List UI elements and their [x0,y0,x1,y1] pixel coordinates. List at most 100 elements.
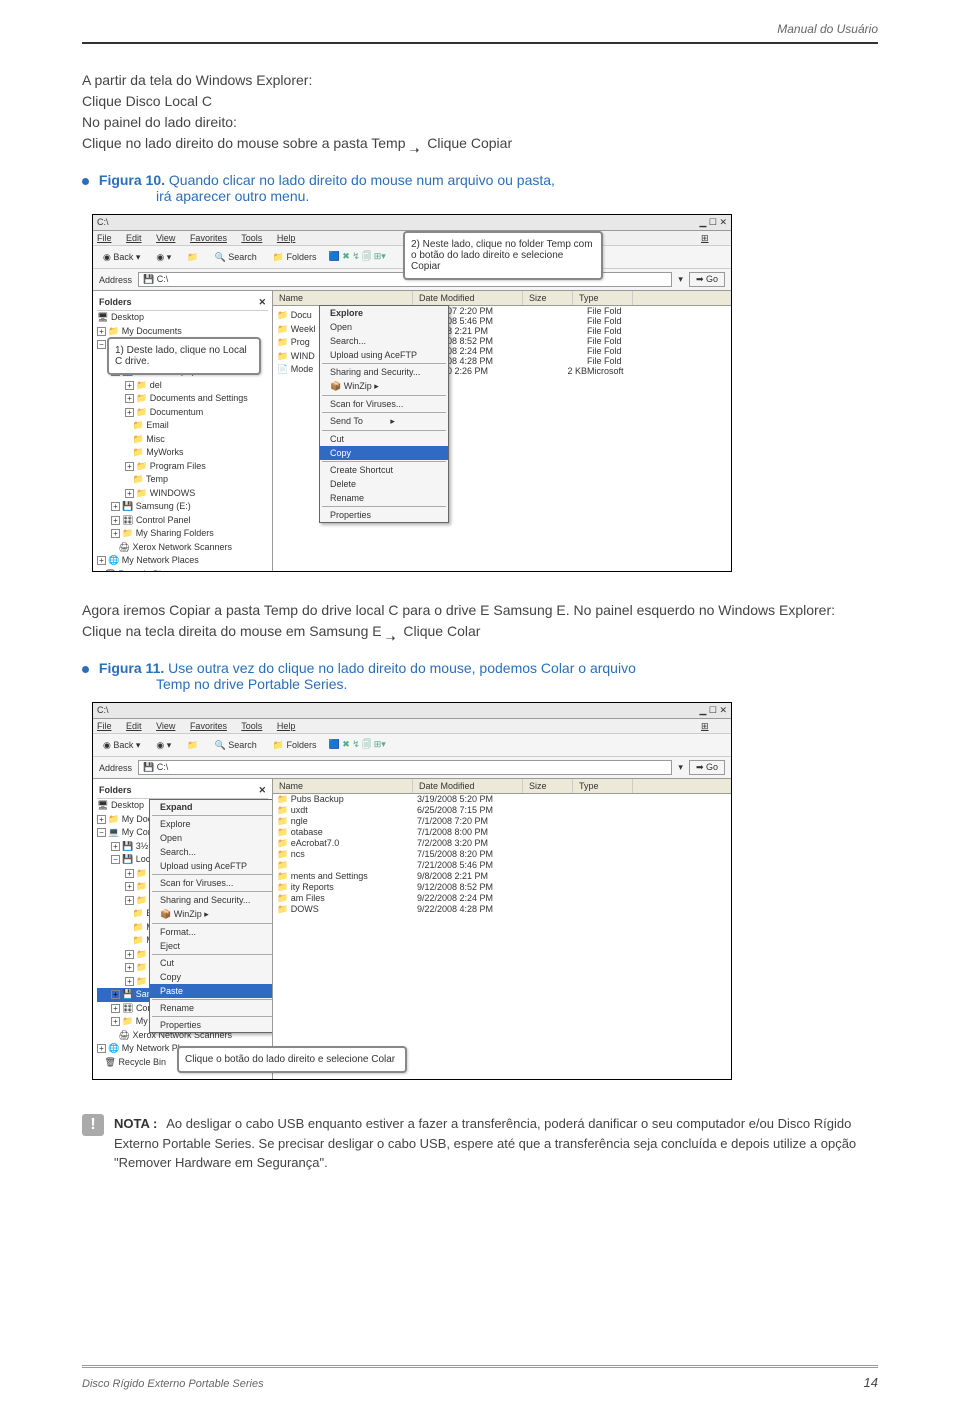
menu-help[interactable]: Help [277,721,296,731]
figura10-text: Quando clicar no lado direito do mouse n… [169,172,555,188]
list-item[interactable]: 📁 7/21/2008 5:46 PM [273,860,731,871]
close-pane-icon[interactable]: ✕ [258,297,266,308]
list-item[interactable]: 📁 ncs7/15/2008 8:20 PM [273,849,731,860]
figura10-text2: irá aparecer outro menu. [156,188,878,204]
ctx-copy[interactable]: Copy [320,446,448,460]
address-dropdown[interactable]: ▾ [678,762,683,773]
toolbar-icons[interactable]: 🟦 ✖ ↯ 🗐 ⊞▾ [328,737,385,753]
menu-file[interactable]: File [97,721,112,731]
search-button[interactable]: 🔍 Search [211,251,261,264]
menu-favorites[interactable]: Favorites [190,233,227,243]
ctx-open[interactable]: Open [150,831,273,845]
ctx-search[interactable]: Search... [150,845,273,859]
ctx-scan[interactable]: Scan for Viruses... [150,876,273,890]
menu-view[interactable]: View [156,721,175,731]
menu-edit[interactable]: Edit [126,233,142,243]
ctx-cut[interactable]: Cut [150,956,273,970]
callout-2: 2) Neste lado, clique no folder Temp com… [403,231,603,280]
ctx-search[interactable]: Search... [320,334,448,348]
ctx-properties[interactable]: Properties [320,508,448,522]
column-headers[interactable]: Name Date Modified Size Type [273,291,731,306]
ctx-copy[interactable]: Copy [150,970,273,984]
back-button[interactable]: ◉ Back ▾ [99,251,144,264]
toolbar: ◉ Back ▾ ◉ ▾ 📁 🔍 Search 📁 Folders 🟦 ✖ ↯ … [93,734,731,757]
ctx-cut[interactable]: Cut [320,432,448,446]
menu-favorites[interactable]: Favorites [190,721,227,731]
list-item[interactable]: 📁 ity Reports9/12/2008 8:52 PM [273,882,731,893]
go-button[interactable]: ➡ Go [689,272,725,287]
nota-text: Ao desligar o cabo USB enquanto estiver … [114,1116,856,1170]
mid-l1: Agora iremos Copiar a pasta Temp do driv… [82,600,878,621]
context-menu-1[interactable]: Explore Open Search... Upload using AceF… [319,305,449,523]
ctx-properties[interactable]: Properties [150,1018,273,1032]
address-dropdown[interactable]: ▾ [678,274,683,285]
figura10-label: Figura 10. [99,172,165,188]
list-item[interactable]: 📁 ments and Settings9/8/2008 2:21 PM [273,871,731,882]
window-controls[interactable]: ▁ ☐ ✕ [699,217,727,228]
ctx-explore[interactable]: Explore [320,306,448,320]
menubar[interactable]: File Edit View Favorites Tools Help ⊞ [93,719,731,734]
window-controls[interactable]: ▁ ☐ ✕ [699,705,727,716]
folders-button[interactable]: 📁 Folders [269,739,321,752]
list-item[interactable]: 📁 uxdt6/25/2008 7:15 PM [273,805,731,816]
ctx-open[interactable]: Open [320,320,448,334]
ctx-format[interactable]: Format... [150,925,273,939]
ctx-rename[interactable]: Rename [320,491,448,505]
up-button[interactable]: 📁 [183,251,202,264]
header-divider [82,42,878,44]
ctx-winzip[interactable]: 📦 WinZip ▸ [150,907,273,922]
mid-l2b: Clique Colar [403,623,480,639]
arrow-icon [409,139,423,149]
address-label: Address [99,763,132,773]
menu-tools[interactable]: Tools [241,233,262,243]
intro-l4b: Clique Copiar [427,135,512,151]
ctx-upload[interactable]: Upload using AceFTP [320,348,448,362]
callout-1: 1) Deste lado, clique no Local C drive. [107,337,261,375]
ctx-shortcut[interactable]: Create Shortcut [320,463,448,477]
bullet-icon [82,178,89,185]
up-button[interactable]: 📁 [183,739,202,752]
ctx-sharing[interactable]: Sharing and Security... [320,365,448,379]
screenshot-2: C:\ ▁ ☐ ✕ File Edit View Favorites Tools… [92,702,732,1080]
menu-file[interactable]: File [97,233,112,243]
folders-button[interactable]: 📁 Folders [269,251,321,264]
list-item[interactable]: 📁 eAcrobat7.07/2/2008 3:20 PM [273,838,731,849]
go-button[interactable]: ➡ Go [689,760,725,775]
menu-edit[interactable]: Edit [126,721,142,731]
ctx-winzip[interactable]: 📦 WinZip ▸ [320,379,448,394]
nota-label: NOTA : [114,1116,157,1131]
column-headers[interactable]: Name Date Modified Size Type [273,779,731,794]
forward-button[interactable]: ◉ ▾ [152,251,175,264]
screenshot-1: C:\ ▁ ☐ ✕ File Edit View Favorites Tools… [92,214,732,572]
list-item[interactable]: 📁 Pubs Backup3/19/2008 5:20 PM [273,794,731,805]
back-button[interactable]: ◉ Back ▾ [99,739,144,752]
ctx-expand[interactable]: Expand [150,800,273,814]
ctx-sendto[interactable]: Send To ▸ [320,414,448,429]
context-menu-2[interactable]: Expand Explore Open Search... Upload usi… [149,799,273,1033]
list-item[interactable]: 📁 DOWS9/22/2008 4:28 PM [273,904,731,915]
menu-help[interactable]: Help [277,233,296,243]
folders-header: Folders [99,297,132,308]
menu-view[interactable]: View [156,233,175,243]
ctx-paste[interactable]: Paste [150,984,273,998]
ctx-rename[interactable]: Rename [150,1001,273,1015]
ctx-upload[interactable]: Upload using AceFTP [150,859,273,873]
ctx-delete[interactable]: Delete [320,477,448,491]
toolbar-icons[interactable]: 🟦 ✖ ↯ 🗐 ⊞▾ [328,249,385,265]
close-pane-icon[interactable]: ✕ [258,785,266,796]
list-item[interactable]: 📁 ngle7/1/2008 7:20 PM [273,816,731,827]
list-item[interactable]: 📁 otabase7/1/2008 8:00 PM [273,827,731,838]
ctx-explore[interactable]: Explore [150,817,273,831]
ctx-eject[interactable]: Eject [150,939,273,953]
menu-tools[interactable]: Tools [241,721,262,731]
ctx-scan[interactable]: Scan for Viruses... [320,397,448,411]
ctx-sharing[interactable]: Sharing and Security... [150,893,273,907]
forward-button[interactable]: ◉ ▾ [152,739,175,752]
search-button[interactable]: 🔍 Search [211,739,261,752]
address-field[interactable]: 💾 C:\ [138,760,672,775]
titlebar: C:\ ▁ ☐ ✕ [93,703,731,719]
list-item[interactable]: 📁 am Files9/22/2008 2:24 PM [273,893,731,904]
nota-block: ! NOTA : Ao desligar o cabo USB enquanto… [82,1114,878,1173]
intro-block: A partir da tela do Windows Explorer: Cl… [82,70,878,154]
mid-text: Agora iremos Copiar a pasta Temp do driv… [82,600,878,642]
